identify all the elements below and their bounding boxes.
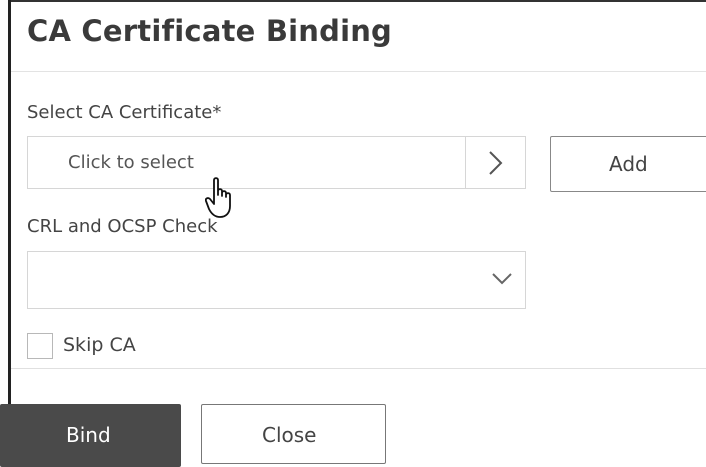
skip-ca-label: Skip CA bbox=[63, 334, 136, 356]
chevron-right-icon bbox=[489, 151, 503, 175]
crl-ocsp-check-label: CRL and OCSP Check bbox=[27, 216, 218, 237]
ca-certificate-placeholder: Click to select bbox=[68, 152, 194, 173]
add-certificate-button[interactable]: Add bbox=[550, 136, 706, 192]
skip-ca-checkbox[interactable] bbox=[27, 333, 53, 359]
dialog-left-border bbox=[8, 0, 11, 405]
ca-certificate-select-arrow-button[interactable] bbox=[465, 137, 525, 188]
dialog-top-border bbox=[8, 0, 706, 2]
bind-button[interactable]: Bind bbox=[0, 404, 181, 467]
bind-button-label: Bind bbox=[66, 423, 111, 447]
ca-certificate-select[interactable]: Click to select bbox=[27, 136, 526, 189]
chevron-down-icon bbox=[492, 273, 512, 285]
close-button[interactable]: Close bbox=[201, 404, 386, 464]
ca-certificate-binding-dialog: CA Certificate Binding Select CA Certifi… bbox=[0, 0, 706, 467]
dialog-title: CA Certificate Binding bbox=[27, 14, 393, 48]
crl-ocsp-check-dropdown[interactable] bbox=[27, 251, 526, 309]
add-button-label: Add bbox=[609, 152, 648, 176]
footer-divider bbox=[11, 368, 706, 369]
close-button-label: Close bbox=[262, 423, 317, 447]
ca-certificate-label: Select CA Certificate* bbox=[27, 102, 222, 123]
title-divider bbox=[11, 71, 706, 72]
